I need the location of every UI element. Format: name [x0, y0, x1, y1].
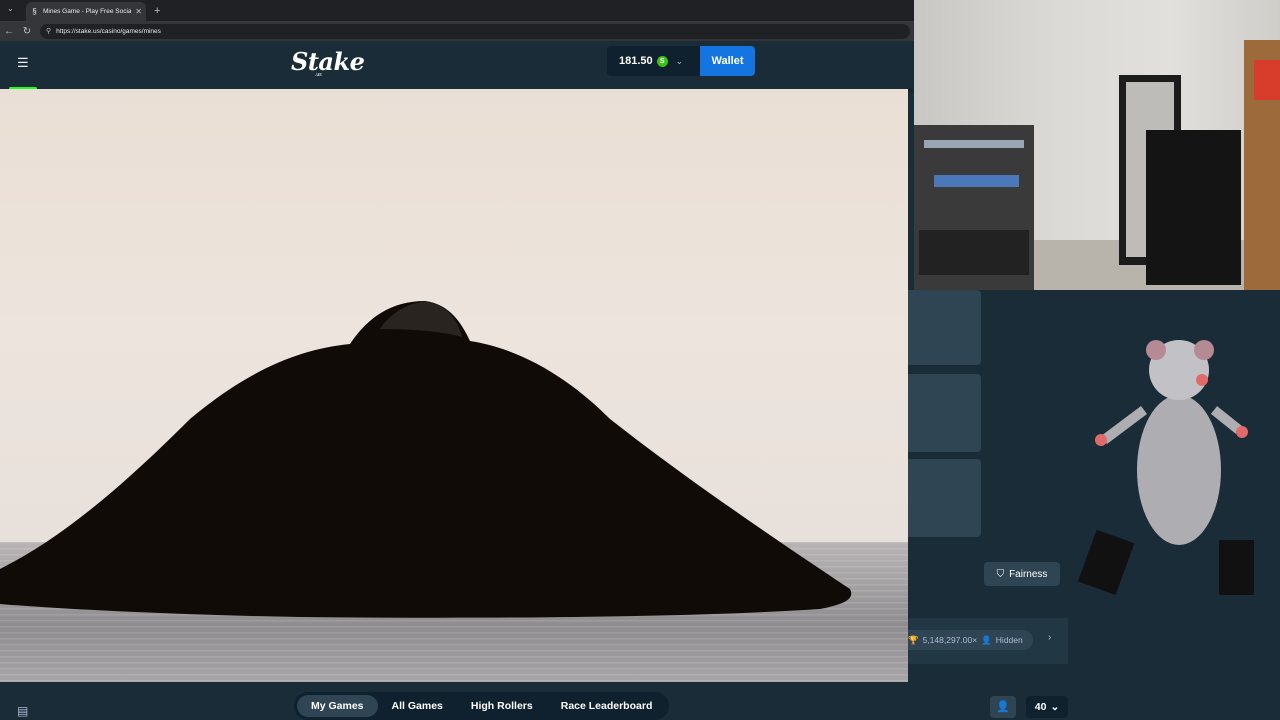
trophy-icon: 🏆 [908, 634, 919, 645]
right-panel: ⛉ Fairness 🏆 5,148,297.00× 👤 Hidden › [908, 290, 1280, 682]
logo-region: .us [315, 72, 322, 78]
back-icon[interactable]: ← [0, 26, 18, 37]
tab-high-rollers[interactable]: High Rollers [457, 695, 547, 717]
tile-card[interactable] [908, 374, 981, 452]
stake-logo[interactable]: Stake [291, 47, 365, 76]
hidden-label: Hidden [995, 635, 1023, 645]
browser-tab[interactable]: § Mines Game - Play Free Social Ca ✕ [26, 2, 146, 21]
stats-pill[interactable]: 🏆 5,148,297.00× 👤 Hidden [908, 630, 1033, 650]
sweeps-coin-icon: S [656, 55, 668, 67]
site-header: ☰ Stake .us 181.50 S ⌄ Wallet [0, 41, 914, 90]
tab-search-icon[interactable]: ⌄ [7, 4, 14, 13]
balance-value: 181.50 [619, 55, 653, 67]
tab-my-games[interactable]: My Games [297, 695, 378, 717]
tile-card[interactable] [908, 459, 981, 537]
chevron-down-icon: ⌄ [675, 55, 684, 66]
chevron-down-icon: ⌄ [1050, 701, 1060, 713]
wallet-button[interactable]: Wallet [700, 46, 755, 76]
bets-tabs: My Games All Games High Rollers Race Lea… [294, 692, 670, 720]
tile-card[interactable] [908, 290, 981, 365]
screen: ⌄ § Mines Game - Play Free Social Ca ✕ +… [0, 0, 1280, 720]
tab-race-leaderboard[interactable]: Race Leaderboard [547, 695, 667, 717]
rat-image [1077, 340, 1254, 596]
stats-bar: 🏆 5,148,297.00× 👤 Hidden › [908, 618, 1068, 664]
bottom-bar: ▤ My Games All Games High Rollers Race L… [0, 682, 1280, 720]
tab-title: Mines Game - Play Free Social Ca [43, 8, 132, 15]
url-input[interactable]: ⚲ https://stake.us/casino/games/mines [40, 23, 910, 39]
balance-selector[interactable]: 181.50 S ⌄ [607, 46, 700, 76]
fairness-button[interactable]: ⛉ Fairness [984, 562, 1060, 586]
incognito-icon: 👤 [981, 634, 992, 645]
tab-all-games[interactable]: All Games [378, 695, 457, 717]
rat-overlay [1069, 290, 1280, 600]
incognito-toggle-icon[interactable]: 👤 [990, 696, 1016, 718]
shield-check-icon: ⛉ [996, 568, 1005, 580]
webcam-scene [914, 40, 1280, 290]
fairness-label: Fairness [1009, 568, 1048, 580]
site-info-icon[interactable]: ⚲ [46, 27, 51, 35]
rows-count-value: 40 [1034, 701, 1047, 713]
url-text: https://stake.us/casino/games/mines [56, 27, 161, 35]
chevron-right-icon[interactable]: › [1048, 632, 1051, 643]
dark-mound-image [0, 301, 852, 618]
stake-favicon-icon: § [32, 7, 37, 16]
game-view[interactable] [0, 89, 908, 682]
list-icon[interactable]: ▤ [17, 704, 28, 718]
multiplier-amount: 5,148,297.00× [922, 635, 978, 645]
menu-icon[interactable]: ☰ [17, 55, 29, 71]
browser-tab-bar: ⌄ § Mines Game - Play Free Social Ca ✕ + [0, 0, 914, 21]
close-icon[interactable]: ✕ [135, 7, 142, 16]
address-bar: ← ↻ ⚲ https://stake.us/casino/games/mine… [0, 21, 914, 41]
webcam-feed [914, 0, 1280, 290]
rows-count-select[interactable]: 40 ⌄ [1026, 696, 1068, 718]
new-tab-icon[interactable]: + [154, 5, 160, 17]
reload-icon[interactable]: ↻ [18, 26, 36, 37]
